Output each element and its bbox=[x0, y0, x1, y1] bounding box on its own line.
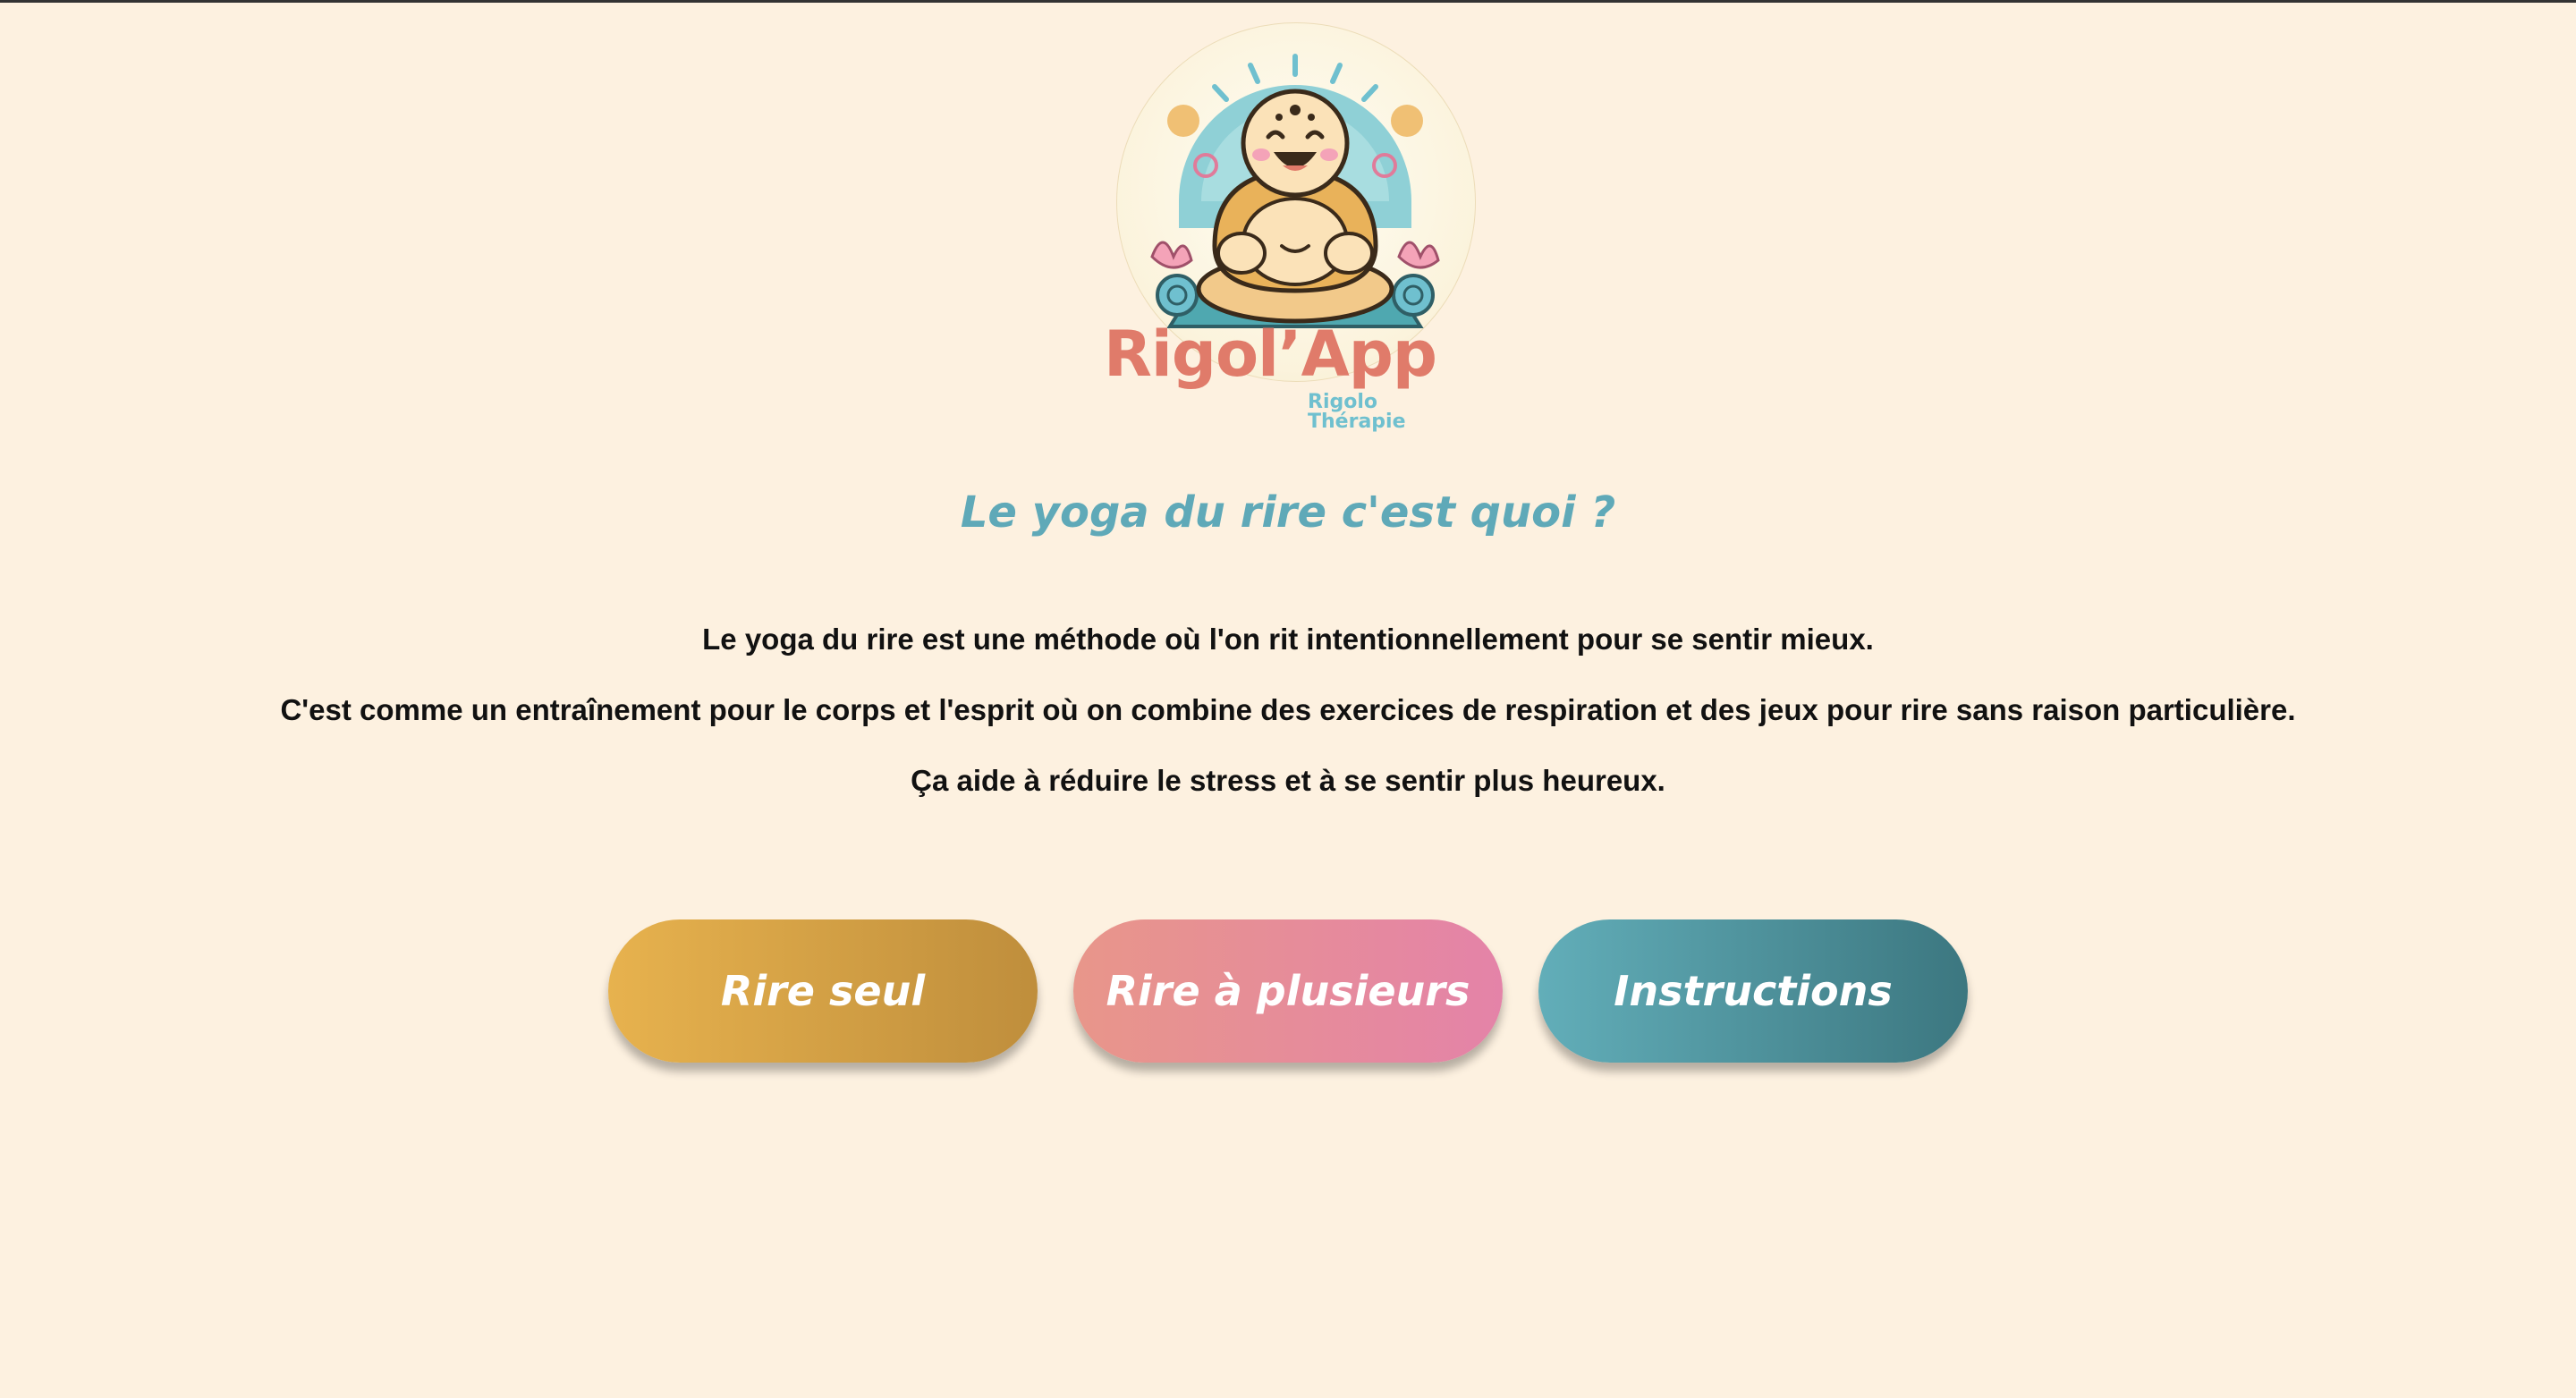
logo-subtitle: Rigolo Thérapie bbox=[1308, 391, 1406, 433]
app-logo: Rigol’App Rigolo Thérapie bbox=[1064, 17, 1476, 432]
laugh-alone-button[interactable]: Rire seul bbox=[608, 919, 1038, 1063]
intro-paragraph: Le yoga du rire est une méthode où l'on … bbox=[702, 623, 1874, 656]
page-heading: Le yoga du rire c'est quoi ? bbox=[960, 487, 1616, 538]
benefit-paragraph: Ça aide à réduire le stress et à se sent… bbox=[911, 764, 1665, 797]
logo-title: Rigol’App bbox=[1103, 318, 1437, 391]
laugh-group-button[interactable]: Rire à plusieurs bbox=[1073, 919, 1503, 1063]
description-paragraph: C'est comme un entraînement pour le corp… bbox=[280, 693, 2296, 726]
page: Rigol’App Rigolo Thérapie Le yoga du rir… bbox=[0, 3, 2576, 1398]
instructions-button[interactable]: Instructions bbox=[1538, 919, 1968, 1063]
